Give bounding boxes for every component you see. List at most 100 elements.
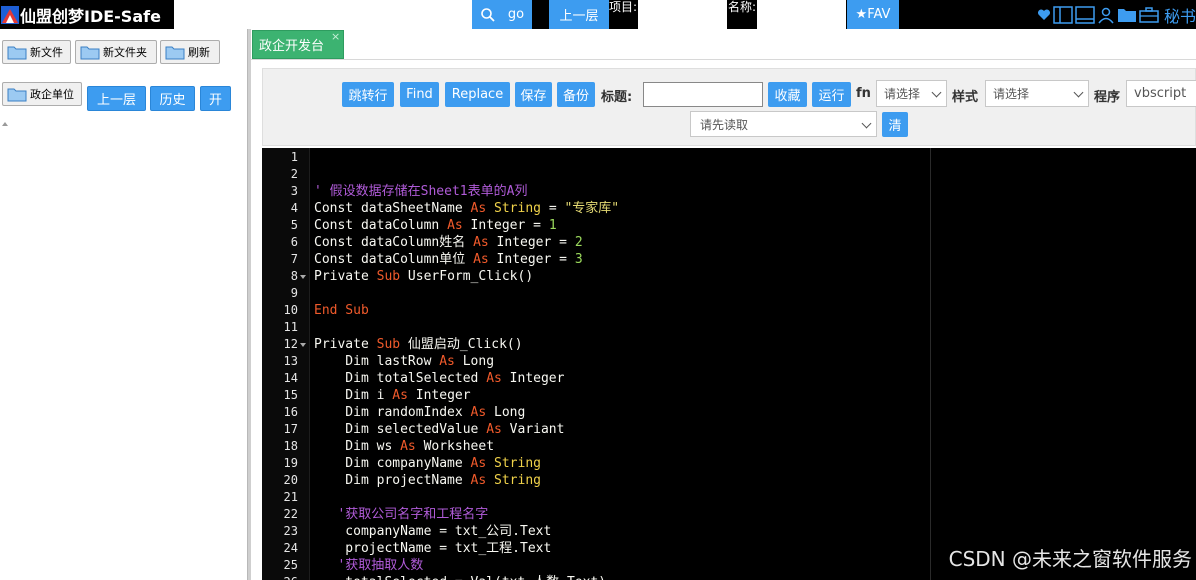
run-button[interactable]: 运行 <box>812 82 851 107</box>
code-line[interactable]: Const dataSheetName As String = "专家库" <box>314 200 619 217</box>
code-token: Integer = <box>488 252 575 267</box>
code-line[interactable]: '获取抽取人数 <box>314 557 423 574</box>
close-icon[interactable]: × <box>331 31 341 42</box>
name-input[interactable] <box>757 0 846 29</box>
project-input[interactable] <box>638 0 727 29</box>
line-number: 6 <box>290 235 298 249</box>
code-line[interactable]: ' 假设数据存储在Sheet1表单的A列 <box>314 183 527 200</box>
code-token: totalSelected = Val(txt_人数.Text) <box>314 575 606 580</box>
fold-arrow-icon[interactable] <box>300 343 306 347</box>
folder-icon[interactable] <box>1117 6 1137 24</box>
code-editor[interactable]: 1 2 3 4 5 6 7 8 9 10 11 12 13 14 15 16 17 18 19 20 21 22 23 24 2… <box>262 148 1196 580</box>
code-line[interactable]: Dim randomIndex As Long <box>314 404 525 421</box>
code-token: Dim projectName <box>314 473 471 488</box>
code-line[interactable]: Const dataColumn姓名 As Integer = 2 <box>314 234 583 251</box>
code-token: Dim totalSelected <box>314 371 487 386</box>
code-token: As <box>486 371 502 386</box>
refresh-button[interactable]: 刷新 <box>160 40 220 64</box>
code-token: Integer <box>501 371 565 386</box>
go-button[interactable]: go <box>472 0 532 29</box>
read-select[interactable]: 请先读取 <box>690 111 877 137</box>
code-token: Dim randomIndex <box>314 405 471 420</box>
read-select-value: 请先读取 <box>700 117 749 132</box>
code-token: As <box>470 456 487 471</box>
secretary-link[interactable]: 秘书 <box>1164 3 1196 27</box>
backup-button[interactable]: 备份 <box>557 82 595 107</box>
fn-label: fn <box>856 86 871 101</box>
code-line[interactable]: Dim i As Integer <box>314 387 471 404</box>
editor-toolbar: 跳转行 Find Replace 保存 备份 标题: 收藏 运行 fn 请选择 … <box>262 68 1196 146</box>
open-button[interactable]: 开 <box>200 86 231 111</box>
code-line[interactable]: Dim totalSelected As Integer <box>314 370 564 387</box>
favorite-button[interactable]: 收藏 <box>768 82 807 107</box>
code-token: Integer <box>407 388 471 403</box>
org-unit-label: 政企单位 <box>30 88 74 101</box>
fn-select[interactable]: 请选择 <box>876 80 947 107</box>
path-input[interactable] <box>174 0 472 29</box>
chevron-down-icon <box>1073 87 1084 98</box>
fav-button[interactable]: ★FAV <box>847 0 899 29</box>
org-unit-button[interactable]: 政企单位 <box>2 82 82 106</box>
topbar-up-button[interactable]: 上一层 <box>549 0 609 29</box>
layout-bottom-icon[interactable] <box>1075 5 1095 24</box>
code-token: Dim selectedValue <box>314 422 487 437</box>
code-line[interactable]: Dim lastRow As Long <box>314 353 494 370</box>
code-token: 仙盟启动_Click() <box>400 337 523 352</box>
heart-icon[interactable] <box>1037 8 1051 22</box>
code-line[interactable]: Dim selectedValue As Variant <box>314 421 564 438</box>
code-token: 2 <box>574 235 583 250</box>
code-token: Dim ws <box>314 439 401 454</box>
clear-button[interactable]: 清 <box>882 112 908 137</box>
title-input[interactable] <box>643 82 763 107</box>
code-line[interactable]: Dim companyName As String <box>314 455 541 472</box>
code-line[interactable]: Dim ws As Worksheet <box>314 438 494 455</box>
jump-line-button[interactable]: 跳转行 <box>342 82 394 107</box>
code-token: As <box>400 439 416 454</box>
line-number-gutter: 1 2 3 4 5 6 7 8 9 10 11 12 13 14 15 16 17 18 19 20 21 22 23 24 2… <box>262 148 310 580</box>
fold-arrow-icon[interactable] <box>300 275 306 279</box>
new-folder-button[interactable]: 新文件夹 <box>75 40 157 64</box>
style-select[interactable]: 请选择 <box>985 80 1089 107</box>
code-line[interactable]: totalSelected = Val(txt_人数.Text) <box>314 574 606 580</box>
new-file-button[interactable]: 新文件 <box>2 40 71 64</box>
code-line[interactable]: Const dataColumn单位 As Integer = 3 <box>314 251 583 268</box>
tab-org-dev-console[interactable]: 政企开发台 × <box>252 30 344 59</box>
line-number: 21 <box>283 490 298 504</box>
find-button[interactable]: Find <box>400 82 439 107</box>
briefcase-icon[interactable] <box>1139 6 1159 24</box>
refresh-label: 刷新 <box>188 46 210 59</box>
code-line[interactable]: Const dataColumn As Integer = 1 <box>314 217 557 234</box>
scroll-up-arrow-icon[interactable] <box>2 122 8 126</box>
line-number: 15 <box>283 388 298 402</box>
tab-divider <box>251 59 1196 60</box>
go-label: go <box>507 7 525 22</box>
code-line[interactable]: projectName = txt_工程.Text <box>314 540 551 557</box>
folder-icon <box>165 44 188 60</box>
code-line[interactable]: End Sub <box>314 302 369 319</box>
code-line[interactable]: Private Sub UserForm_Click() <box>314 268 533 285</box>
user-icon[interactable] <box>1097 6 1115 24</box>
program-select[interactable]: vbscript <box>1126 80 1196 107</box>
line-number: 9 <box>290 286 298 300</box>
layout-left-icon[interactable] <box>1053 5 1073 24</box>
chevron-down-icon <box>861 118 872 129</box>
code-token: Sub <box>376 337 401 352</box>
save-button[interactable]: 保存 <box>515 82 552 107</box>
code-line[interactable]: companyName = txt_公司.Text <box>314 523 551 540</box>
code-line[interactable]: '获取公司名字和工程名字 <box>314 506 488 523</box>
app-logo-icon <box>1 5 19 24</box>
replace-button[interactable]: Replace <box>445 82 510 107</box>
code-line[interactable]: Dim projectName As String <box>314 472 541 489</box>
line-number: 12 <box>283 337 298 351</box>
history-button[interactable]: 历史 <box>150 86 195 111</box>
new-folder-label: 新文件夹 <box>103 46 147 59</box>
project-label: 项目: <box>609 0 638 14</box>
line-number: 20 <box>283 473 298 487</box>
left-up-button[interactable]: 上一层 <box>87 86 146 111</box>
line-number: 13 <box>283 354 298 368</box>
code-line[interactable]: Private Sub 仙盟启动_Click() <box>314 336 523 353</box>
line-number: 23 <box>283 524 298 538</box>
line-number: 7 <box>290 252 298 266</box>
